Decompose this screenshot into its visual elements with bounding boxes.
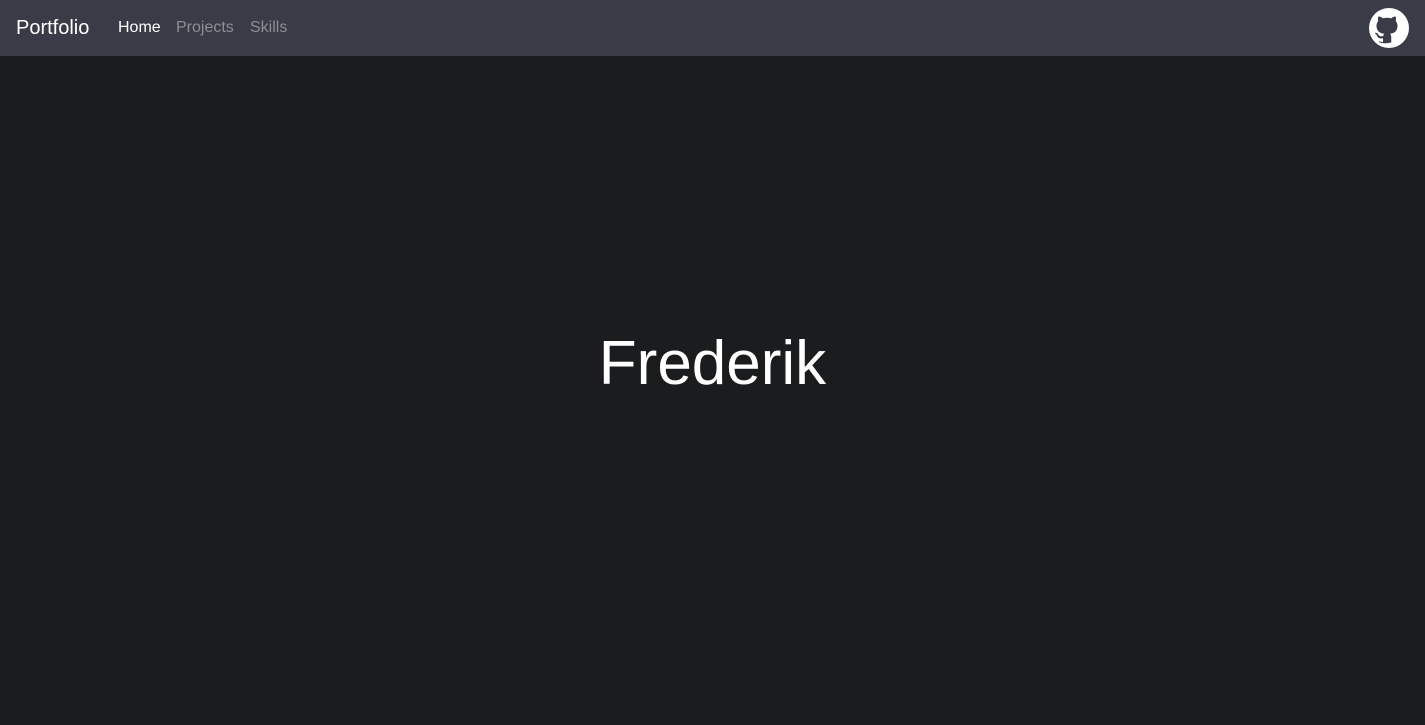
github-link[interactable] [1369, 8, 1409, 48]
hero-section: Frederik [0, 56, 1425, 725]
top-navbar: Portfolio Home Projects Skills [0, 0, 1425, 56]
github-icon [1369, 8, 1409, 48]
nav-link-projects[interactable]: Projects [176, 18, 234, 38]
nav-link-skills[interactable]: Skills [250, 18, 287, 38]
brand-link[interactable]: Portfolio [16, 15, 89, 41]
nav-link-home[interactable]: Home [118, 18, 161, 38]
hero-name: Frederik [598, 329, 827, 398]
